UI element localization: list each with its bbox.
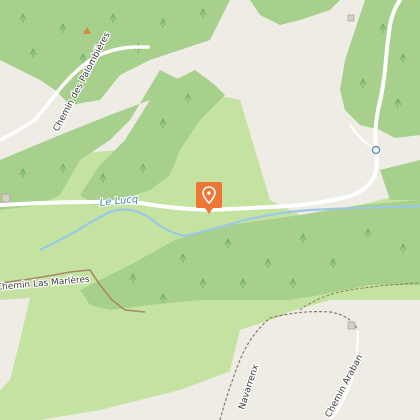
road-junction-marker [371, 145, 381, 155]
map-viewport[interactable]: Le Lucq Chemin des Palombières Chemin La… [0, 0, 420, 420]
building-marker-west [1, 193, 11, 203]
map-pin-dot [207, 191, 211, 195]
map-canvas[interactable]: Le Lucq Chemin des Palombières Chemin La… [0, 0, 420, 420]
building-marker [347, 14, 355, 22]
building-marker-south [347, 321, 356, 330]
